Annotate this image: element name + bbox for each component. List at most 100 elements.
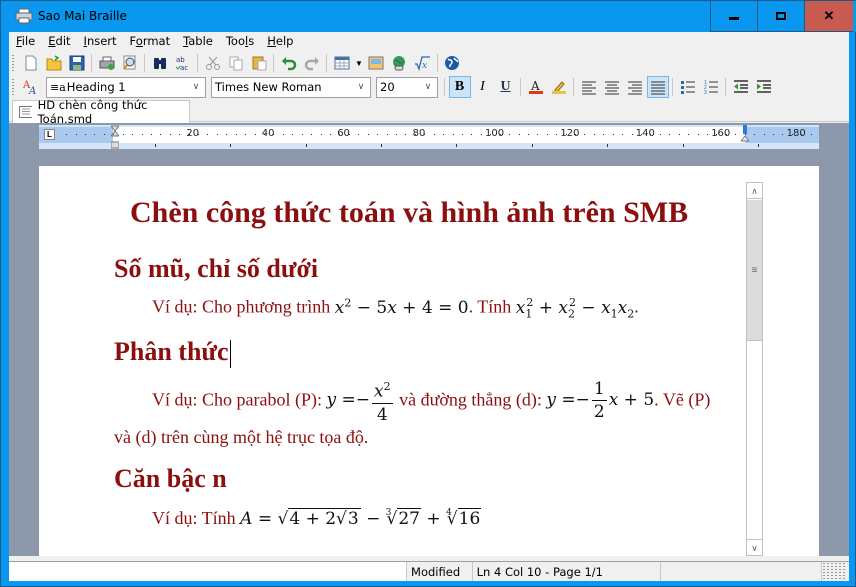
copy-button[interactable] xyxy=(225,52,247,74)
cut-button[interactable] xyxy=(202,52,224,74)
save-button[interactable] xyxy=(66,52,88,74)
right-indent-marker[interactable] xyxy=(741,125,749,145)
ruler-label: 80 xyxy=(412,128,426,139)
italic-button[interactable]: I xyxy=(472,76,494,98)
print-preview-button[interactable] xyxy=(119,52,141,74)
ruler-mark xyxy=(546,134,548,135)
ruler-mark xyxy=(282,134,284,135)
scissors-icon xyxy=(205,56,220,70)
status-empty xyxy=(660,562,819,581)
root-equation: A = √4 + 2√3 − 3√27 + 4√16 xyxy=(240,508,482,529)
open-folder-icon xyxy=(46,55,61,71)
print-button[interactable] xyxy=(96,52,118,74)
document-page[interactable]: Chèn công thức toán và hình ảnh trên SMB… xyxy=(39,166,819,556)
ruler[interactable]: L 20 40 60 80 100 120 140 160 180 xyxy=(39,125,819,149)
math-var: x xyxy=(387,297,397,318)
menu-insert[interactable]: Insert xyxy=(77,32,123,50)
fraction-numerator: 1 xyxy=(591,379,607,402)
vertical-scrollbar[interactable]: ∧ ≡ ∨ xyxy=(746,182,763,556)
font-size-value: 20 xyxy=(380,80,395,94)
menu-edit[interactable]: Edit xyxy=(41,32,76,50)
bullet-list-button[interactable] xyxy=(677,76,699,98)
ruler-mark xyxy=(160,134,162,135)
tab-stop-selector[interactable]: L xyxy=(44,129,55,140)
minimize-button[interactable] xyxy=(710,1,757,32)
radicand: 16 xyxy=(457,508,482,529)
justify-button[interactable] xyxy=(646,76,669,98)
left-indent-marker[interactable] xyxy=(111,125,119,149)
numbered-list-icon: 123 xyxy=(704,80,718,95)
ruler-mark xyxy=(395,134,397,135)
font-select[interactable]: Times New Roman ∨ xyxy=(211,76,371,98)
binoculars-icon xyxy=(153,58,166,69)
menu-tools[interactable]: Tools xyxy=(219,32,260,50)
web-button[interactable] xyxy=(441,52,463,74)
heading-exponents: Số mũ, chỉ số dưới xyxy=(114,254,319,283)
paragraph-text: và đường thẳng (d): xyxy=(394,389,547,410)
menu-help[interactable]: Help xyxy=(260,32,299,50)
ruler-mark xyxy=(707,134,708,135)
maximize-button[interactable] xyxy=(757,1,804,32)
toolbar-grip[interactable] xyxy=(11,78,15,96)
toolbar-separator xyxy=(520,78,521,96)
highlight-button[interactable] xyxy=(548,76,570,98)
find-button[interactable] xyxy=(149,52,171,74)
insert-image-button[interactable] xyxy=(365,52,387,74)
spell-check-button[interactable]: ab ac xyxy=(172,52,194,74)
ruler-mark xyxy=(735,134,737,135)
scroll-down-button[interactable]: ∨ xyxy=(747,539,762,555)
fraction-numerator: x2 xyxy=(372,376,393,404)
numbered-list-button[interactable]: 123 xyxy=(700,76,722,98)
ruler-mark xyxy=(744,134,746,135)
insert-table-button[interactable] xyxy=(331,52,353,74)
ruler-mark xyxy=(456,144,458,147)
decrease-indent-button[interactable] xyxy=(730,76,752,98)
align-center-icon xyxy=(604,81,619,95)
tab-document[interactable]: HD chèn công thức Toán.smd xyxy=(12,98,190,126)
new-document-button[interactable] xyxy=(20,52,42,74)
align-right-button[interactable] xyxy=(624,76,646,98)
align-center-button[interactable] xyxy=(601,76,623,98)
insert-math-button[interactable]: x xyxy=(411,52,433,74)
align-left-button[interactable] xyxy=(578,76,600,98)
menu-file[interactable]: File xyxy=(9,32,41,50)
style-select[interactable]: ≡a Heading 1 ∨ xyxy=(46,76,206,98)
bold-button[interactable]: B xyxy=(448,76,471,98)
print-preview-icon xyxy=(122,55,135,70)
root-index: 4 xyxy=(446,508,452,518)
undo-button[interactable] xyxy=(278,52,300,74)
font-size-select[interactable]: 20 ∨ xyxy=(376,76,438,98)
toolbar-grip[interactable] xyxy=(11,54,15,72)
svg-text:A: A xyxy=(28,86,36,95)
table-dropdown-icon[interactable]: ▼ xyxy=(355,59,363,68)
open-button[interactable] xyxy=(43,52,65,74)
resize-grip-icon[interactable] xyxy=(821,562,846,581)
ruler-mark xyxy=(622,134,624,135)
font-color-button[interactable]: A xyxy=(525,76,547,98)
line-equation: y =− 1 2 x + 5 xyxy=(546,379,655,423)
ruler-mark xyxy=(757,144,759,147)
paste-button[interactable] xyxy=(248,52,270,74)
redo-button[interactable] xyxy=(301,52,323,74)
ruler-mark xyxy=(358,134,360,135)
menu-table[interactable]: Table xyxy=(176,32,219,50)
ruler-mark xyxy=(380,144,382,147)
toolbar-separator xyxy=(197,54,198,72)
scroll-thumb[interactable]: ≡ xyxy=(747,200,762,341)
equation-2: x12 + x22 − x1x2 xyxy=(515,296,635,321)
underline-button[interactable]: U xyxy=(495,76,517,98)
scroll-up-button[interactable]: ∧ xyxy=(747,183,762,199)
save-icon xyxy=(69,55,84,71)
ruler-label: 40 xyxy=(261,128,275,139)
math-term: − 5 xyxy=(351,297,388,318)
ruler-mark xyxy=(169,134,171,135)
menu-format[interactable]: Format xyxy=(123,32,177,50)
insert-link-button[interactable] xyxy=(388,52,410,74)
ruler-mark xyxy=(471,134,473,135)
ruler-mark xyxy=(235,134,237,135)
paragraph-fractions-line2: và (d) trên cùng một hệ trục tọa độ. xyxy=(114,427,369,447)
styles-button[interactable]: AA xyxy=(20,76,42,98)
close-button[interactable]: ✕ xyxy=(804,1,853,32)
table-icon xyxy=(334,56,349,70)
increase-indent-button[interactable] xyxy=(753,76,775,98)
